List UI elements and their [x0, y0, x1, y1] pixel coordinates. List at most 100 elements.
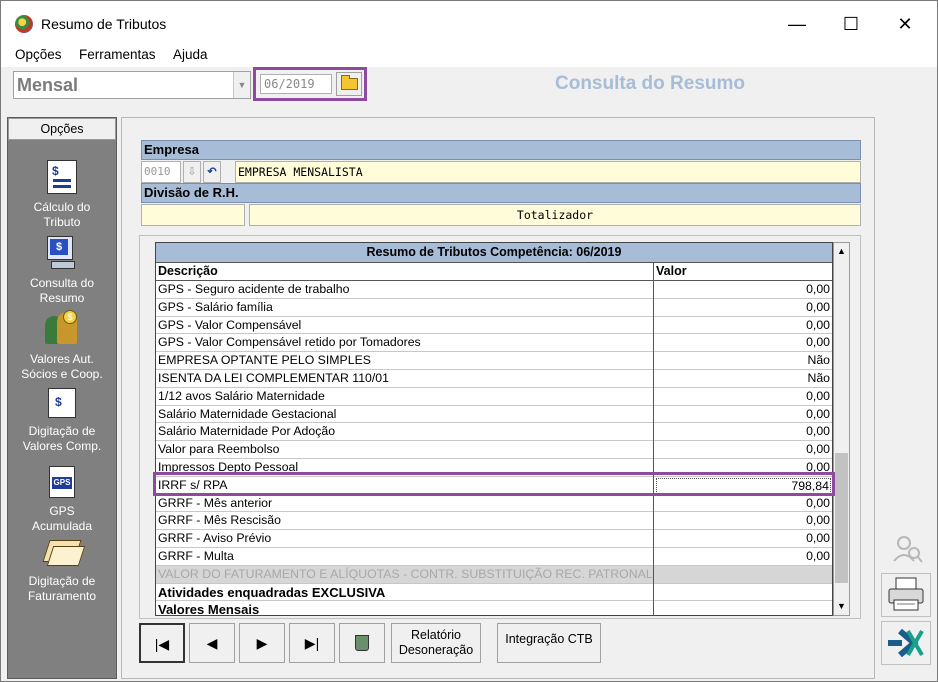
delete-button[interactable]	[339, 623, 385, 663]
last-record-button[interactable]: ▶|	[289, 623, 335, 663]
scroll-down-icon[interactable]: ▼	[834, 598, 849, 615]
sidebar-item-label: Valores Aut. Sócios e Coop.	[21, 352, 103, 381]
table-row[interactable]: Salário Maternidade Por Adoção 0,00	[156, 423, 832, 442]
previous-record-button[interactable]: ◀	[189, 623, 235, 663]
print-button[interactable]	[881, 573, 931, 617]
table-row[interactable]: GPS - Valor Compensável retido por Tomad…	[156, 334, 832, 353]
row-valor: 0,00	[806, 442, 830, 457]
scroll-up-icon[interactable]: ▲	[834, 243, 849, 260]
row-descricao: Salário Maternidade Gestacional	[158, 406, 337, 421]
sidebar-item-label: Digitação de Faturamento	[27, 574, 97, 603]
table-row[interactable]: GRRF - Mês anterior 0,00	[156, 495, 832, 513]
competencia-highlight: 06/2019	[253, 67, 367, 101]
undo-icon[interactable]: ↶	[203, 161, 221, 183]
toolbar: Mensal ▼ 06/2019 Consulta do Resumo	[1, 67, 937, 113]
close-button[interactable]: ✕	[885, 9, 925, 39]
table-row[interactable]: Salário Maternidade Gestacional 0,00	[156, 406, 832, 424]
table-row[interactable]: GRRF - Aviso Prévio 0,00	[156, 530, 832, 548]
first-record-button[interactable]: |◀	[139, 623, 185, 663]
table-row[interactable]: GPS - Salário família 0,00	[156, 299, 832, 317]
table-row[interactable]: GRRF - Mês Rescisão 0,00	[156, 512, 832, 531]
row-valor: 0,00	[806, 388, 830, 403]
edit-money-icon: $	[48, 388, 76, 418]
arrow-down-import-icon[interactable]: ⇩	[183, 161, 201, 183]
row-descricao: VALOR DO FATURAMENTO E ALÍQUOTAS - CONTR…	[158, 566, 653, 581]
sidebar-item-valores-aut[interactable]: $ Valores Aut. Sócios e Coop.	[8, 310, 116, 382]
competencia-input[interactable]: 06/2019	[260, 74, 332, 94]
row-descricao: GPS - Valor Compensável	[158, 317, 302, 332]
row-valor: 0,00	[806, 531, 830, 546]
relatorio-desoneracao-button[interactable]: Relatório Desoneração	[391, 623, 481, 663]
menu-opcoes[interactable]: Opções	[15, 47, 62, 62]
table-row[interactable]: Valor para Reembolso 0,00	[156, 441, 832, 459]
empresa-code-input[interactable]: 0010	[141, 161, 181, 183]
table-row[interactable]: EMPRESA OPTANTE PELO SIMPLES Não	[156, 352, 832, 370]
empresa-row: 0010 ⇩ ↶ EMPRESA MENSALISTA	[141, 161, 861, 183]
title-bar: Resumo de Tributos — ☐ ✕	[1, 1, 937, 45]
table-row[interactable]: 1/12 avos Salário Maternidade 0,00	[156, 388, 832, 406]
sidebar-item-calculo[interactable]: $ Cálculo do Tributo	[8, 160, 116, 230]
table-row[interactable]: VALOR DO FATURAMENTO E ALÍQUOTAS - CONTR…	[156, 565, 832, 584]
row-descricao: EMPRESA OPTANTE PELO SIMPLES	[158, 353, 371, 368]
sidebar-item-label: Consulta do Resumo	[29, 276, 95, 305]
row-valor: 0,00	[806, 424, 830, 439]
row-valor: 0,00	[806, 460, 830, 474]
row-descricao: 1/12 avos Salário Maternidade	[158, 388, 325, 403]
table-row[interactable]: IRRF s/ RPA 798,84	[156, 477, 832, 495]
table-row[interactable]: Atividades enquadradas EXCLUSIVA	[156, 584, 832, 602]
sidebar-item-label: Digitação de Valores Comp.	[22, 424, 102, 453]
row-descricao: IRRF s/ RPA	[158, 477, 228, 492]
exit-arrow-icon	[888, 628, 924, 658]
row-valor: 0,00	[806, 299, 830, 314]
row-descricao: Atividades enquadradas EXCLUSIVA	[158, 584, 386, 600]
folder-open-icon	[341, 75, 358, 90]
sidebar-item-faturamento[interactable]: Digitação de Faturamento	[8, 536, 116, 604]
app-icon	[15, 15, 33, 33]
column-divider	[653, 263, 654, 615]
row-descricao: GPS - Seguro acidente de trabalho	[158, 282, 350, 296]
integracao-ctb-button[interactable]: Integração CTB	[497, 623, 601, 663]
row-valor: 0,00	[806, 282, 830, 296]
search-user-button[interactable]	[881, 525, 931, 569]
menu-bar: Opções Ferramentas Ajuda	[1, 45, 937, 67]
menu-ajuda[interactable]: Ajuda	[173, 47, 208, 62]
row-valor: 0,00	[806, 317, 830, 332]
divisao-name-field: Totalizador	[249, 204, 861, 226]
table-row[interactable]: ISENTA DA LEI COMPLEMENTAR 110/01 Não	[156, 370, 832, 388]
row-valor: 798,84	[656, 477, 831, 494]
page-title: Consulta do Resumo	[555, 73, 746, 94]
sidebar-item-digitacao-valores[interactable]: $ Digitação de Valores Comp.	[8, 388, 116, 454]
gps-document-icon: GPS	[49, 466, 75, 498]
table-row[interactable]: Impressos Depto Pessoal 0,00	[156, 459, 832, 477]
row-valor: 0,00	[806, 335, 830, 350]
next-record-button[interactable]: ▶	[239, 623, 285, 663]
row-descricao: GRRF - Mês anterior	[158, 495, 273, 510]
table-row[interactable]: GPS - Seguro acidente de trabalho 0,00	[156, 281, 832, 299]
sidebar-item-gps[interactable]: GPS GPS Acumulada	[8, 466, 116, 534]
row-valor: 0,00	[806, 549, 830, 563]
minimize-button[interactable]: —	[777, 9, 817, 39]
row-descricao: GPS - Valor Compensável retido por Tomad…	[158, 335, 421, 350]
empresa-name-field: EMPRESA MENSALISTA	[235, 161, 861, 183]
grid-title: Resumo de Tributos Competência: 06/2019	[156, 243, 832, 263]
scroll-thumb[interactable]	[835, 453, 848, 583]
maximize-button[interactable]: ☐	[831, 9, 871, 39]
table-row[interactable]: GPS - Valor Compensável 0,00	[156, 317, 832, 335]
sidebar-item-consulta[interactable]: $ Consulta do Resumo	[8, 236, 116, 306]
vertical-scrollbar[interactable]: ▲ ▼	[833, 242, 850, 616]
row-valor: 0,00	[806, 406, 830, 421]
chevron-down-icon[interactable]: ▼	[233, 72, 250, 98]
printer-icon	[888, 577, 924, 611]
table-row[interactable]: Valores Mensais	[156, 601, 832, 615]
app-window: Resumo de Tributos — ☐ ✕ Opções Ferramen…	[0, 0, 938, 682]
open-folder-button[interactable]	[336, 72, 362, 96]
exit-button[interactable]	[881, 621, 931, 665]
menu-ferramentas[interactable]: Ferramentas	[79, 47, 156, 62]
table-row[interactable]: GRRF - Multa 0,00	[156, 548, 832, 566]
row-descricao: Impressos Depto Pessoal	[158, 460, 299, 474]
divisao-label: Divisão de R.H.	[141, 183, 861, 203]
row-descricao: Salário Maternidade Por Adoção	[158, 424, 336, 439]
row-valor: Não	[807, 353, 830, 368]
divisao-code-field[interactable]	[141, 204, 245, 226]
period-type-select[interactable]: Mensal ▼	[13, 71, 251, 99]
